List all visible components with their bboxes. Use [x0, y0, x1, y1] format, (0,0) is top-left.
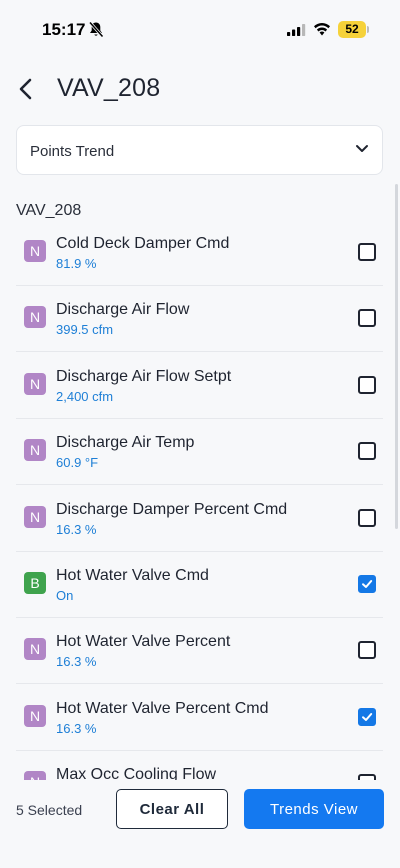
point-row[interactable]: N Cold Deck Damper Cmd 81.9 %: [16, 220, 383, 286]
numeric-type-badge: N: [24, 638, 46, 661]
status-time: 15:17: [42, 20, 86, 39]
point-name: Discharge Air Flow Setpt: [56, 367, 232, 385]
point-value: On: [56, 588, 74, 603]
point-checkbox[interactable]: [358, 243, 376, 261]
point-row[interactable]: N Discharge Air Temp 60.9 °F: [16, 419, 383, 486]
view-dropdown[interactable]: Points Trend: [16, 125, 383, 175]
page-title: VAV_208: [57, 74, 161, 102]
numeric-type-badge: N: [24, 439, 46, 462]
footer-bar: 5 Selected Clear All Trends View: [0, 780, 400, 868]
point-value: 16.3 %: [56, 720, 97, 736]
numeric-type-badge: N: [24, 372, 46, 395]
point-name: Hot Water Valve Percent: [56, 633, 231, 651]
point-row[interactable]: N Discharge Air Flow 399.5 cfm: [16, 286, 383, 353]
status-bar: 15:17 52: [0, 0, 400, 54]
point-row[interactable]: N Discharge Air Flow Setpt 2,400 cfm: [16, 353, 383, 419]
numeric-type-badge: N: [24, 306, 46, 329]
point-value: 60.9 °F: [56, 455, 99, 471]
clear-all-button[interactable]: Clear All: [116, 789, 228, 829]
point-value: 16.3 %: [56, 521, 97, 537]
point-value: 399.5 cfm: [56, 322, 114, 338]
point-row[interactable]: N Hot Water Valve Percent 16.3 %: [16, 618, 383, 685]
point-value: 81.9 %: [56, 256, 97, 271]
point-checkbox-checked[interactable]: [358, 575, 376, 593]
point-checkbox[interactable]: [358, 508, 376, 527]
point-checkbox[interactable]: [358, 442, 376, 461]
numeric-type-badge: N: [24, 704, 46, 727]
section-title: VAV_208: [16, 202, 82, 219]
back-chevron-icon[interactable]: [14, 76, 38, 102]
checkmark-icon: [362, 580, 373, 588]
point-name: Discharge Air Temp: [56, 434, 195, 452]
selected-count: 5 Selected: [16, 802, 83, 818]
point-checkbox[interactable]: [358, 375, 376, 394]
point-name: Hot Water Valve Cmd: [56, 567, 209, 584]
point-value: 16.3 %: [56, 654, 97, 670]
point-name: Discharge Air Flow: [56, 301, 190, 319]
checkmark-icon: [362, 712, 373, 721]
point-value: 2,400 cfm: [56, 388, 114, 404]
battery-icon: 52: [338, 21, 366, 38]
point-checkbox[interactable]: [358, 641, 376, 660]
numeric-type-badge: N: [24, 240, 46, 262]
bell-off-icon: [88, 21, 104, 38]
point-row[interactable]: N Hot Water Valve Percent Cmd 16.3 %: [16, 685, 383, 751]
numeric-type-badge: N: [24, 505, 46, 528]
chevron-down-icon: [356, 145, 368, 152]
point-checkbox-checked[interactable]: [358, 707, 376, 726]
battery-tip: [367, 26, 369, 33]
point-name: Discharge Damper Percent Cmd: [56, 500, 288, 518]
point-row[interactable]: B Hot Water Valve Cmd On: [16, 552, 383, 618]
point-row[interactable]: N Discharge Damper Percent Cmd 16.3 %: [16, 486, 383, 552]
binary-type-badge: B: [24, 572, 46, 594]
wifi-icon: [314, 23, 330, 36]
dropdown-selected-label: Points Trend: [30, 143, 115, 160]
point-name: Hot Water Valve Percent Cmd: [56, 699, 269, 717]
scrollbar[interactable]: [395, 184, 398, 529]
point-name: Cold Deck Damper Cmd: [56, 235, 230, 252]
signal-icon: [287, 24, 306, 36]
point-checkbox[interactable]: [358, 309, 376, 328]
trends-view-button[interactable]: Trends View: [244, 789, 384, 829]
points-list[interactable]: N Cold Deck Damper Cmd 81.9 % N Discharge Ai…: [0, 220, 400, 788]
